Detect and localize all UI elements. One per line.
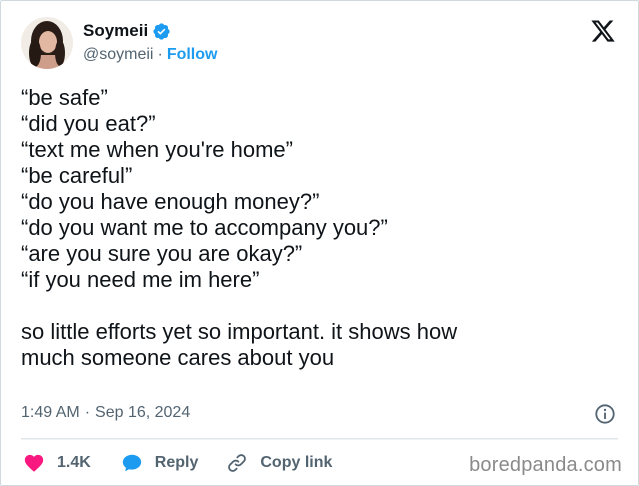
tweet-closing-line: much someone cares about you [21,345,335,370]
tweet-date: Sep 16, 2024 [95,404,191,421]
tweet-text: “be safe” “did you eat?” “text me when y… [21,85,611,371]
paragraph-break [21,293,611,319]
display-name[interactable]: Soymeii [83,20,148,42]
avatar[interactable] [21,17,73,69]
like-count: 1.4K [57,454,91,471]
follow-button[interactable]: Follow [167,44,218,66]
tweet-line: “do you want me to accompany you?” [21,215,388,240]
watermark: boredpanda.com [469,454,622,476]
avatar-image [21,17,73,69]
tweet-line: “text me when you're home” [21,137,293,162]
info-icon[interactable] [594,403,616,425]
x-logo-icon[interactable] [590,18,616,44]
handle-separator: · [157,46,163,63]
tweet-line: “be safe” [21,85,108,110]
tweet-time: 1:49 AM [21,404,80,421]
tweet-header: Soymeii @soymeii · Follow [21,15,217,71]
reply-label: Reply [154,454,199,471]
heart-icon [24,454,44,472]
timestamp-separator: · [84,404,91,421]
speech-bubble-icon [122,454,141,472]
author-info: Soymeii @soymeii · Follow [83,20,217,66]
tweet-timestamp[interactable]: 1:49 AM · Sep 16, 2024 [21,402,190,424]
tweet-line: “did you eat?” [21,111,156,136]
divider [21,438,618,440]
verified-badge-icon [153,22,170,40]
link-icon [228,454,247,472]
like-button[interactable]: 1.4K [23,452,91,474]
name-row: Soymeii [83,20,217,42]
tweet-card: Soymeii @soymeii · Follow “be safe” “did… [0,0,639,486]
copy-link-label: Copy link [260,454,333,471]
tweet-line: “are you sure you are okay?” [21,241,303,266]
tweet-line: “if you need me im here” [21,267,260,292]
reply-button[interactable]: Reply [121,452,199,474]
tweet-actions: 1.4K Reply Copy link [23,450,332,476]
tweet-closing-line: so little efforts yet so important. it s… [21,319,458,344]
handle[interactable]: @soymeii [83,44,153,66]
copy-link-button[interactable]: Copy link [226,452,332,474]
tweet-line: “do you have enough money?” [21,189,320,214]
handle-row: @soymeii · Follow [83,44,217,66]
tweet-line: “be careful” [21,163,133,188]
